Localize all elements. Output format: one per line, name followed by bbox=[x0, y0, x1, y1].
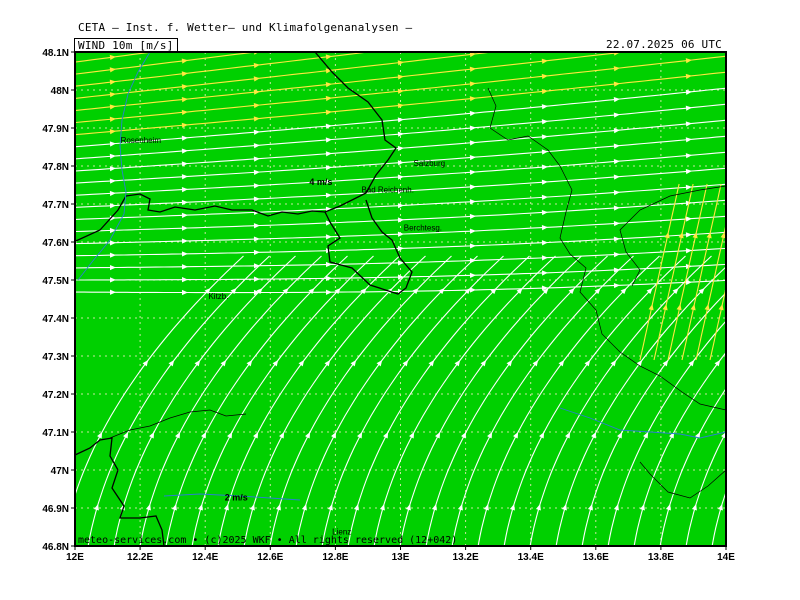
lon-tick-label: 13E bbox=[392, 552, 410, 563]
streamline-arrow bbox=[398, 31, 405, 37]
lat-tick-label: 46.8N bbox=[42, 542, 69, 553]
lat-tick-label: 47.9N bbox=[42, 124, 69, 135]
streamline-arrow bbox=[686, 26, 693, 32]
streamline-arrow bbox=[254, 9, 261, 15]
wind-map: Rosenheim Salzburg Bad Reichenh. Berchtesg.… bbox=[42, 0, 800, 563]
streamline-arrow bbox=[614, 19, 621, 25]
streamline-arrow bbox=[747, 431, 754, 439]
lon-tick-label: 12E bbox=[66, 552, 84, 563]
lat-tick-label: 47.7N bbox=[42, 200, 69, 211]
streamline-arrow bbox=[110, 42, 117, 48]
lat-tick-label: 47.5N bbox=[42, 276, 69, 287]
lat-tick-label: 47.3N bbox=[42, 352, 69, 363]
streamline-arrow bbox=[254, 22, 261, 28]
lat-tick-label: 46.9N bbox=[42, 504, 69, 515]
streamline-arrow bbox=[326, 0, 333, 4]
lon-tick-label: 12.2E bbox=[127, 552, 153, 563]
streamline-arrow bbox=[110, 29, 117, 35]
lat-tick-label: 47.6N bbox=[42, 238, 69, 249]
streamline-arrow bbox=[326, 40, 333, 46]
lat-tick-label: 47.2N bbox=[42, 390, 69, 401]
streamline-arrow bbox=[182, 45, 189, 51]
lat-tick-label: 48N bbox=[51, 86, 69, 97]
streamline-arrow bbox=[793, 358, 800, 366]
lat-tick-label: 47.1N bbox=[42, 428, 69, 439]
streamline bbox=[60, 0, 740, 52]
streamline-arrow bbox=[686, 42, 693, 48]
lat-tick-label: 48.1N bbox=[42, 48, 69, 59]
streamline-arrow bbox=[767, 358, 775, 366]
streamline-arrow bbox=[182, 32, 189, 38]
streamline-arrow bbox=[470, 22, 477, 28]
streamline-arrow bbox=[542, 13, 549, 19]
lon-tick-label: 12.6E bbox=[257, 552, 283, 563]
streamline-arrow bbox=[542, 43, 549, 49]
lat-tick-label: 47.8N bbox=[42, 162, 69, 173]
lon-tick-label: 13.8E bbox=[648, 552, 674, 563]
lon-tick-label: 12.4E bbox=[192, 552, 218, 563]
lon-tick-label: 13.2E bbox=[453, 552, 479, 563]
streamline-arrow bbox=[182, 19, 189, 25]
lon-tick-label: 13.6E bbox=[583, 552, 609, 563]
streamline-arrow bbox=[751, 286, 759, 294]
streamline bbox=[60, 0, 740, 40]
place-label: Kitzb. bbox=[208, 292, 228, 301]
streamline-arrow bbox=[614, 3, 621, 9]
streamline-arrow bbox=[326, 26, 333, 32]
streamline-arrow bbox=[470, 7, 477, 13]
streamline-arrow bbox=[741, 358, 749, 366]
streamline-arrow bbox=[470, 37, 477, 43]
streamline-arrow bbox=[686, 10, 693, 16]
lat-tick-label: 47.4N bbox=[42, 314, 69, 325]
place-label: Bad Reichenh. bbox=[361, 186, 413, 195]
place-label: Rosenheim bbox=[121, 136, 162, 145]
lon-tick-label: 12.8E bbox=[322, 552, 348, 563]
lon-tick-label: 13.4E bbox=[518, 552, 544, 563]
streamline-arrow bbox=[398, 17, 405, 23]
place-label: Salzburg bbox=[414, 159, 446, 168]
streamline-arrow bbox=[614, 34, 621, 40]
wind-speed-label: 2 m/s bbox=[225, 492, 248, 502]
streamline-arrow bbox=[326, 12, 333, 18]
streamline-arrow bbox=[735, 231, 741, 238]
wind-speed-label: 4 m/s bbox=[309, 177, 332, 187]
streamline-arrow bbox=[777, 286, 785, 294]
streamline-arrow bbox=[542, 28, 549, 34]
streamline-arrow bbox=[542, 0, 549, 3]
streamline-arrow bbox=[398, 2, 405, 8]
streamline-arrow bbox=[398, 45, 405, 51]
place-label: Berchtesg. bbox=[404, 224, 442, 233]
streamline-arrow bbox=[254, 35, 261, 41]
lon-tick-label: 14E bbox=[717, 552, 735, 563]
footer-copyright: meteo-services.com • (c)2025 WKF • All r… bbox=[78, 535, 457, 546]
lat-tick-label: 47N bbox=[51, 466, 69, 477]
